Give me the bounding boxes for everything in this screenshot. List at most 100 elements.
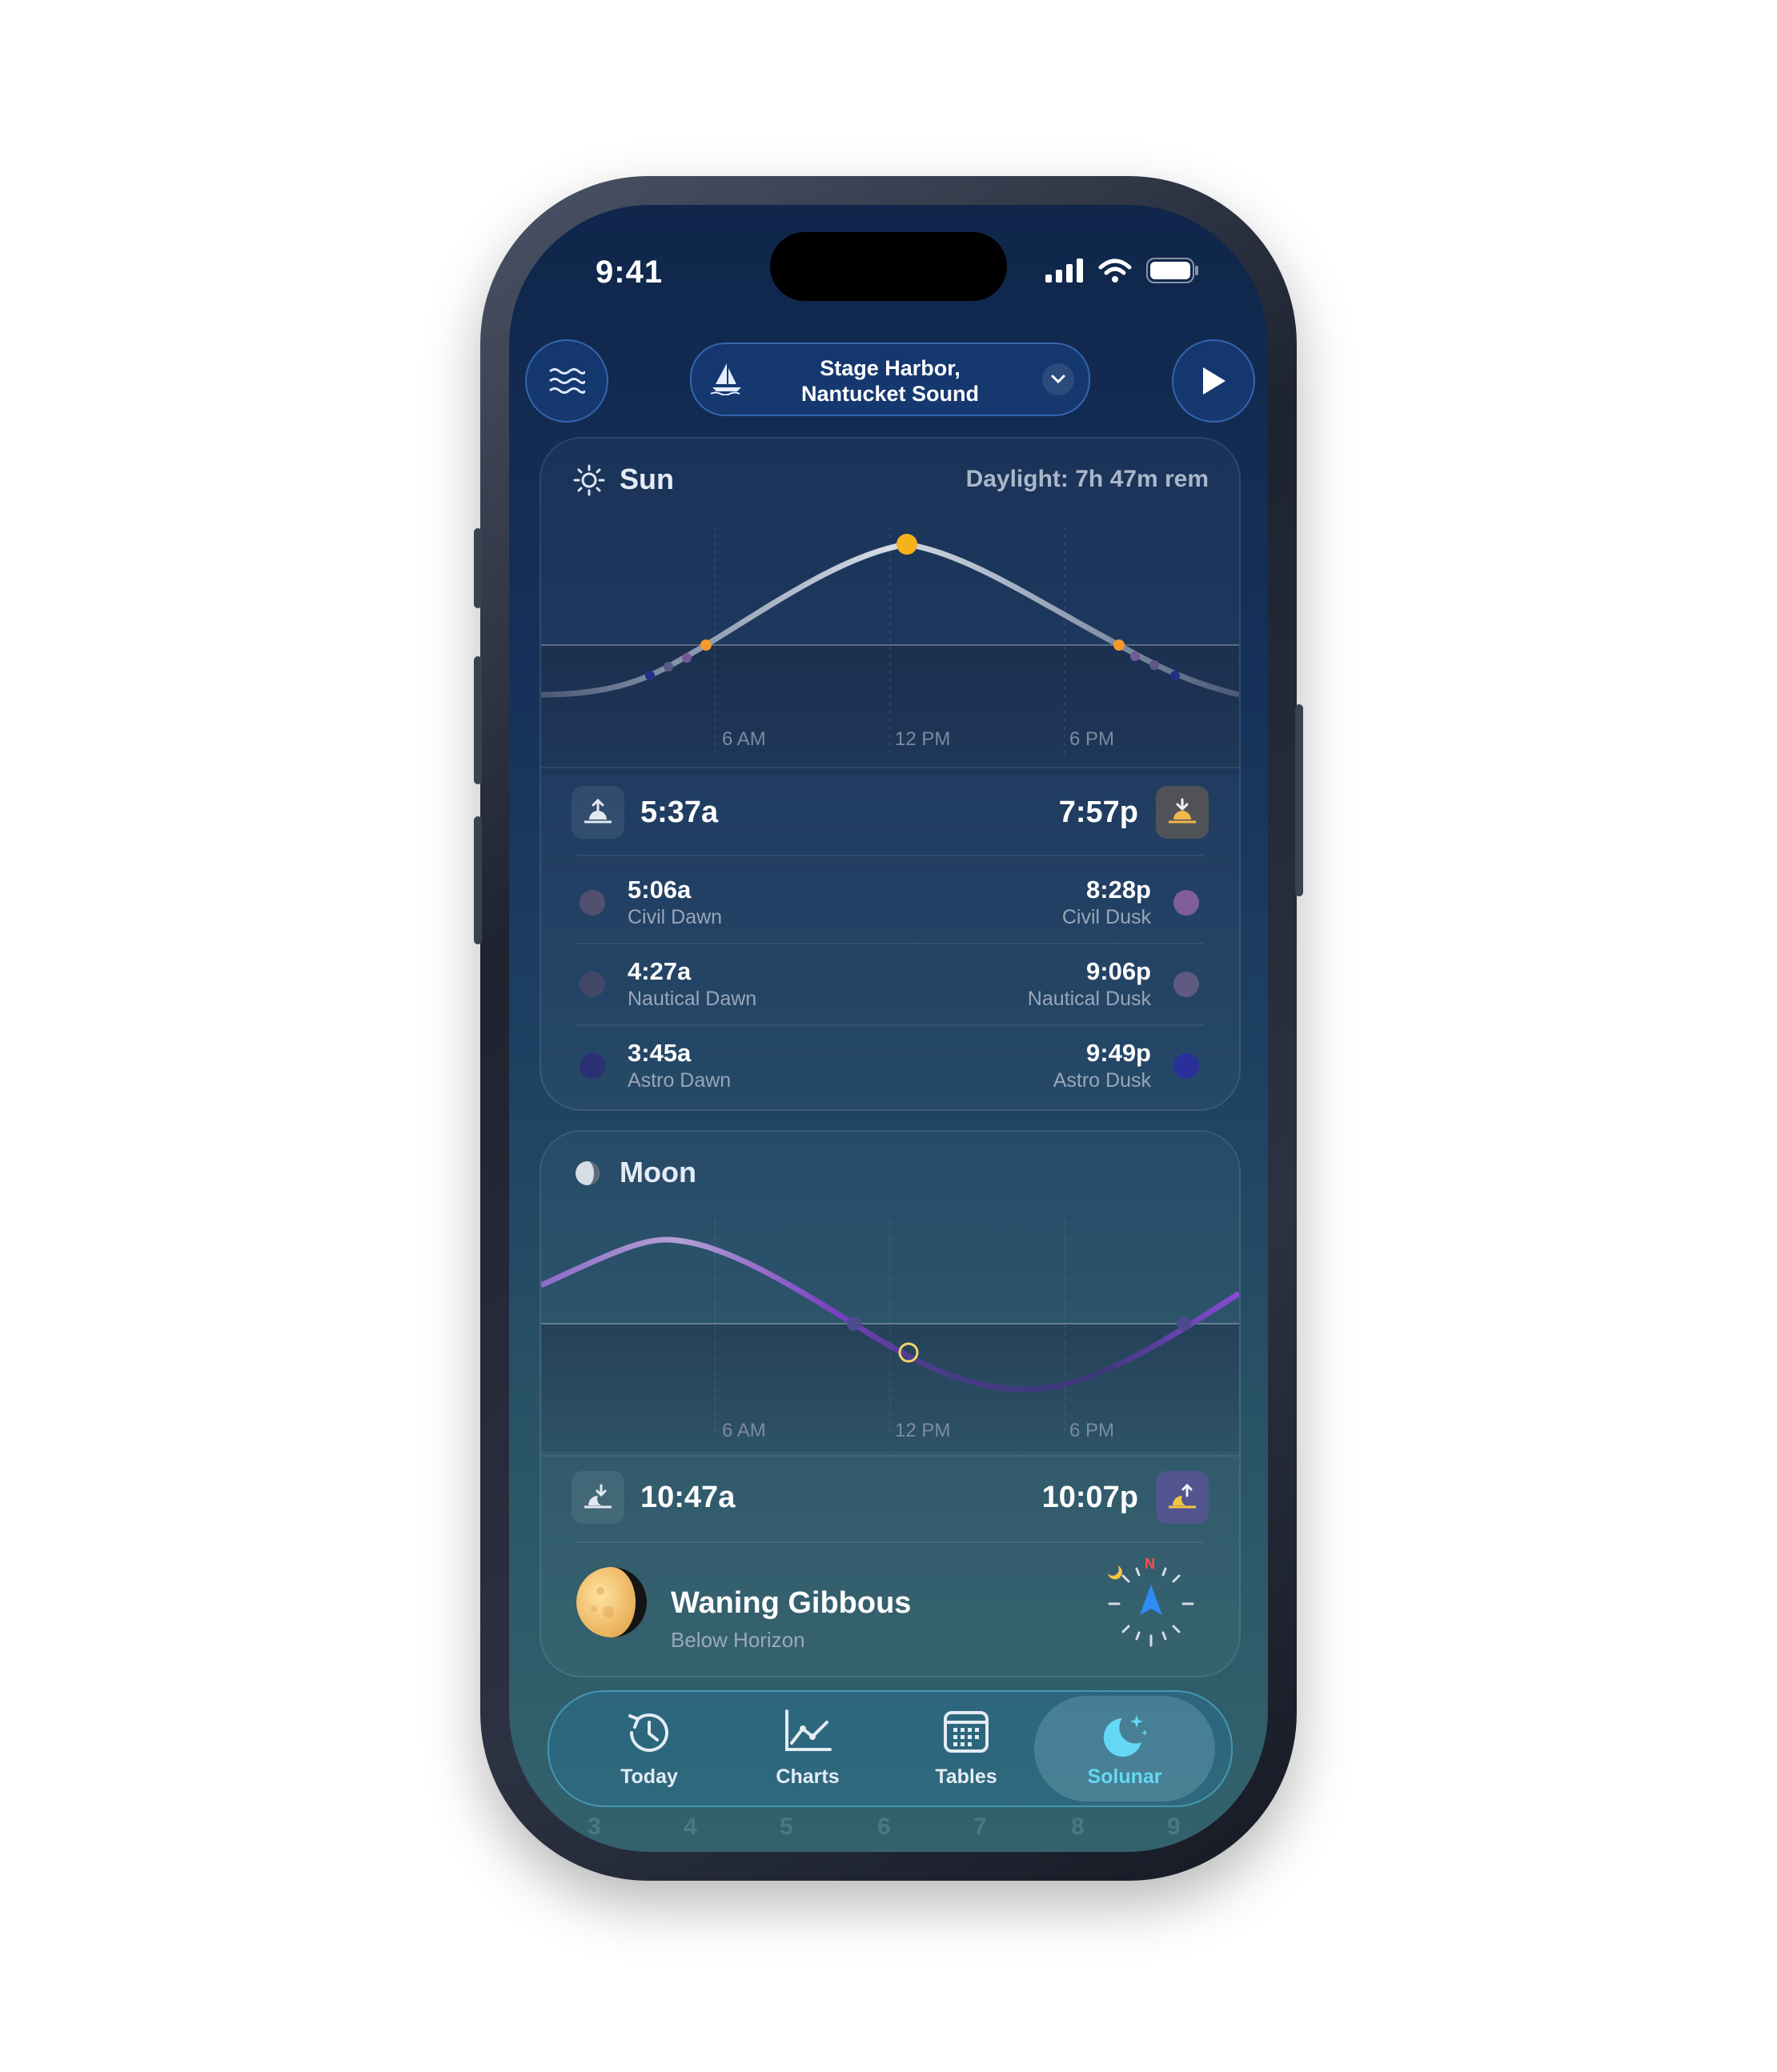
civil-dusk-dot bbox=[1173, 890, 1199, 916]
moonrise-marker bbox=[1177, 1317, 1191, 1331]
astro-dusk-dot bbox=[1173, 1053, 1199, 1079]
moon-compass: N bbox=[1103, 1556, 1199, 1652]
moon-stars-icon bbox=[1098, 1712, 1151, 1764]
sun-position-marker bbox=[897, 534, 917, 555]
location-name: Stage Harbor, Nantucket Sound bbox=[748, 355, 1033, 407]
moon-tick-6am: 6 AM bbox=[722, 1420, 766, 1441]
civil-dusk-label: Civil Dusk bbox=[1061, 906, 1151, 928]
moon-divider bbox=[576, 1541, 1204, 1543]
play-icon bbox=[1203, 367, 1225, 395]
sunset-marker bbox=[1113, 639, 1125, 651]
moon-chart-divider bbox=[541, 1455, 1239, 1457]
tab-solunar[interactable]: Solunar bbox=[1034, 1696, 1215, 1801]
battery-icon bbox=[1146, 258, 1198, 283]
astro-dusk-label: Astro Dusk bbox=[1053, 1069, 1151, 1092]
twilight-row-astro: 3:45a Astro Dawn 9:49p Astro Dusk bbox=[541, 1026, 1239, 1106]
civil-dawn-time: 5:06a bbox=[628, 876, 692, 904]
moonset-marker bbox=[847, 1317, 861, 1331]
nautical-dawn-dot bbox=[580, 972, 605, 997]
sun-divider-1 bbox=[576, 855, 1204, 856]
tab-charts-label: Charts bbox=[776, 1765, 840, 1788]
location-line-2: Nantucket Sound bbox=[800, 382, 979, 406]
app-screen: 9:41 Stage Harbor, Nantucket Sound Sun D… bbox=[509, 205, 1268, 1852]
nautical-dusk-marker bbox=[1149, 660, 1159, 670]
action-button bbox=[474, 528, 482, 608]
tab-tables-label: Tables bbox=[935, 1765, 997, 1788]
sun-chart bbox=[541, 527, 1239, 775]
phone-frame: 9:41 Stage Harbor, Nantucket Sound Sun D… bbox=[474, 176, 1303, 1881]
tab-bar: Today Charts Tables Solunar bbox=[548, 1690, 1233, 1807]
sunset-icon bbox=[1156, 786, 1209, 839]
tab-solunar-label: Solunar bbox=[1087, 1765, 1162, 1788]
play-button[interactable] bbox=[1172, 339, 1255, 423]
sun-tick-6pm: 6 PM bbox=[1069, 728, 1115, 750]
sun-tick-6am: 6 AM bbox=[722, 728, 766, 750]
moon-tick-6pm: 6 PM bbox=[1069, 1420, 1115, 1441]
astro-dawn-dot bbox=[580, 1053, 605, 1079]
calendar-day: 7 bbox=[973, 1814, 987, 1840]
wifi-icon bbox=[1098, 258, 1132, 283]
twilight-row-civil: 5:06a Civil Dawn 8:28p Civil Dusk bbox=[541, 863, 1239, 943]
civil-dawn-dot bbox=[580, 890, 605, 916]
moonrise-time: 10:07p bbox=[1041, 1481, 1138, 1514]
calendar-day: 6 bbox=[877, 1814, 891, 1840]
civil-dawn-label: Civil Dawn bbox=[628, 906, 723, 928]
power-button bbox=[1295, 704, 1303, 896]
calendar-grid-icon bbox=[942, 1708, 990, 1758]
calendar-day: 5 bbox=[780, 1814, 793, 1840]
nautical-dawn-marker bbox=[664, 662, 673, 671]
astro-dawn-marker bbox=[645, 671, 655, 680]
tab-today[interactable]: Today bbox=[581, 1692, 717, 1805]
tab-today-label: Today bbox=[620, 1765, 678, 1788]
moon-card: Moon 6 AM 12 PM 6 PM 10:47a 10:07p Wanin… bbox=[540, 1130, 1241, 1677]
calendar-day: 3 bbox=[588, 1814, 601, 1840]
chart-divider bbox=[541, 767, 1239, 768]
sailboat-icon bbox=[709, 360, 744, 399]
moonset-time: 10:47a bbox=[640, 1481, 736, 1514]
astro-dusk-time: 9:49p bbox=[1086, 1039, 1151, 1067]
volume-down-button bbox=[474, 816, 482, 944]
waves-icon bbox=[549, 368, 585, 394]
sun-card: Sun Daylight: 7h 47m rem 6 AM 12 PM 6 PM… bbox=[540, 437, 1241, 1111]
moon-phase-icon bbox=[573, 1564, 650, 1645]
line-chart-icon bbox=[782, 1708, 833, 1758]
civil-dawn-marker bbox=[682, 653, 692, 663]
status-icons bbox=[1045, 254, 1199, 287]
sunrise-marker bbox=[700, 639, 712, 651]
moon-position-status: Below Horizon bbox=[671, 1628, 805, 1652]
location-selector[interactable]: Stage Harbor, Nantucket Sound bbox=[690, 343, 1090, 416]
moonset-icon bbox=[572, 1471, 624, 1524]
tab-tables[interactable]: Tables bbox=[898, 1692, 1034, 1805]
sun-tick-12pm: 12 PM bbox=[895, 728, 951, 750]
tides-menu-button[interactable] bbox=[525, 339, 608, 423]
twilight-row-nautical: 4:27a Nautical Dawn 9:06p Nautical Dusk bbox=[541, 944, 1239, 1024]
astro-dawn-label: Astro Dawn bbox=[628, 1069, 732, 1092]
tab-charts[interactable]: Charts bbox=[740, 1692, 876, 1805]
nautical-dawn-time: 4:27a bbox=[628, 957, 692, 985]
chevron-down-icon bbox=[1042, 363, 1074, 395]
sunrise-time: 5:37a bbox=[640, 796, 719, 829]
calendar-day: 4 bbox=[684, 1814, 697, 1840]
compass-north-label: N bbox=[1145, 1556, 1155, 1572]
moon-chart bbox=[541, 1220, 1239, 1452]
moon-tick-12pm: 12 PM bbox=[895, 1420, 951, 1441]
nautical-dawn-label: Nautical Dawn bbox=[628, 988, 757, 1010]
sunrise-icon bbox=[572, 786, 624, 839]
calendar-day: 8 bbox=[1071, 1814, 1085, 1840]
dynamic-island bbox=[770, 232, 1007, 301]
calendar-day: 9 bbox=[1167, 1814, 1181, 1840]
civil-dusk-marker bbox=[1130, 651, 1140, 661]
civil-dusk-time: 8:28p bbox=[1086, 876, 1151, 904]
nautical-dusk-dot bbox=[1173, 972, 1199, 997]
clock-refresh-icon bbox=[624, 1708, 675, 1761]
astro-dawn-time: 3:45a bbox=[628, 1039, 692, 1067]
nautical-dusk-time: 9:06p bbox=[1086, 957, 1151, 985]
sunset-time: 7:57p bbox=[1058, 796, 1138, 829]
moonrise-icon bbox=[1156, 1471, 1209, 1524]
location-line-1: Stage Harbor, bbox=[820, 356, 961, 380]
astro-dusk-marker bbox=[1170, 671, 1180, 680]
cellular-signal-icon bbox=[1045, 258, 1083, 283]
status-time: 9:41 bbox=[596, 254, 664, 290]
calendar-strip: 3 4 5 6 7 8 9 bbox=[509, 1814, 1268, 1846]
volume-up-button bbox=[474, 656, 482, 784]
